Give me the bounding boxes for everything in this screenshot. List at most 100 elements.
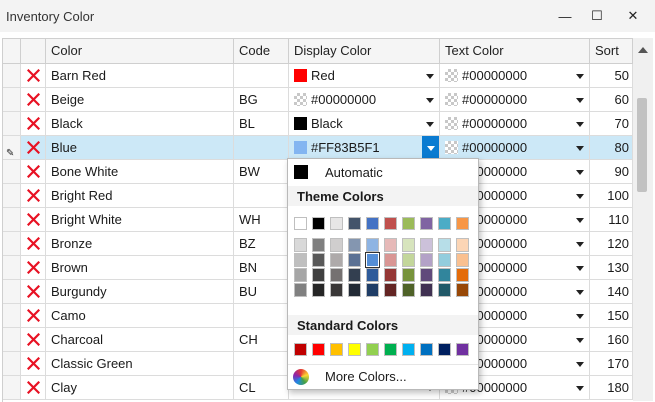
sort-cell[interactable]: 60 (590, 88, 633, 111)
sort-cell[interactable]: 140 (590, 280, 633, 303)
text-color-cell[interactable]: #00000000 (440, 136, 590, 159)
sort-cell[interactable]: 100 (590, 184, 633, 207)
theme-shade-swatch[interactable] (384, 268, 397, 282)
theme-shade-swatch[interactable] (348, 238, 361, 252)
theme-shade-swatch[interactable] (366, 268, 379, 282)
theme-shade-swatch[interactable] (384, 253, 397, 267)
code-cell[interactable] (234, 136, 289, 159)
delete-row-button[interactable] (21, 352, 46, 375)
chevron-down-icon[interactable] (576, 338, 584, 343)
chevron-down-icon[interactable] (576, 146, 584, 151)
sort-cell[interactable]: 70 (590, 112, 633, 135)
theme-shade-swatch[interactable] (456, 283, 469, 297)
chevron-down-icon[interactable] (426, 122, 434, 127)
theme-color-swatch[interactable] (456, 217, 469, 230)
vertical-scrollbar[interactable] (633, 38, 653, 401)
delete-row-button[interactable] (21, 64, 46, 87)
delete-row-button[interactable] (21, 328, 46, 351)
code-cell[interactable]: BG (234, 88, 289, 111)
delete-row-button[interactable] (21, 376, 46, 399)
chevron-down-icon[interactable] (576, 386, 584, 391)
theme-shade-swatch[interactable] (312, 283, 325, 297)
color-name-cell[interactable]: Bright Red (46, 184, 234, 207)
theme-shade-swatch[interactable] (294, 253, 307, 267)
sort-cell[interactable]: 80 (590, 136, 633, 159)
color-name-cell[interactable]: Burgundy (46, 280, 234, 303)
chevron-down-icon[interactable] (576, 266, 584, 271)
automatic-option[interactable]: Automatic (288, 159, 478, 185)
theme-shade-swatch[interactable] (402, 238, 415, 252)
color-name-cell[interactable]: Charcoal (46, 328, 234, 351)
minimize-button[interactable]: — (547, 0, 583, 32)
theme-shade-swatch[interactable] (456, 253, 469, 267)
theme-shade-swatch[interactable] (294, 283, 307, 297)
theme-shade-swatch[interactable] (420, 283, 433, 297)
color-name-cell[interactable]: Beige (46, 88, 234, 111)
delete-row-button[interactable] (21, 280, 46, 303)
text-color-cell[interactable]: #00000000 (440, 88, 590, 111)
code-cell[interactable]: CL (234, 376, 289, 399)
color-name-cell[interactable]: Classic Green (46, 352, 234, 375)
text-color-cell[interactable]: #00000000 (440, 64, 590, 87)
theme-shade-swatch[interactable] (330, 238, 343, 252)
sort-cell[interactable]: 170 (590, 352, 633, 375)
code-cell[interactable]: BL (234, 112, 289, 135)
color-name-cell[interactable]: Brown (46, 256, 234, 279)
more-colors-option[interactable]: More Colors... (288, 364, 478, 389)
theme-shade-swatch[interactable] (420, 268, 433, 282)
color-name-cell[interactable]: Black (46, 112, 234, 135)
standard-color-swatch[interactable] (312, 343, 325, 356)
standard-color-swatch[interactable] (438, 343, 451, 356)
delete-row-button[interactable] (21, 112, 46, 135)
close-button[interactable]: ✕ (615, 0, 651, 32)
theme-shade-swatch[interactable] (330, 283, 343, 297)
chevron-down-icon[interactable] (576, 74, 584, 79)
delete-row-button[interactable] (21, 160, 46, 183)
display-color-cell[interactable]: Black (289, 112, 440, 135)
chevron-down-icon[interactable] (576, 218, 584, 223)
code-cell[interactable]: BZ (234, 232, 289, 255)
code-cell[interactable] (234, 304, 289, 327)
theme-shade-swatch[interactable] (438, 238, 451, 252)
code-cell[interactable] (234, 352, 289, 375)
display-color-cell[interactable]: Red (289, 64, 440, 87)
theme-shade-swatch[interactable] (438, 268, 451, 282)
theme-shade-swatch[interactable] (402, 253, 415, 267)
sort-cell[interactable]: 120 (590, 232, 633, 255)
table-row[interactable]: Black BL Black #00000000 70 (3, 112, 633, 136)
sort-cell[interactable]: 150 (590, 304, 633, 327)
theme-shade-swatch[interactable] (312, 238, 325, 252)
header-display-color[interactable]: Display Color (289, 39, 440, 63)
sort-cell[interactable]: 180 (590, 376, 633, 399)
display-color-cell[interactable]: #00000000 (289, 88, 440, 111)
standard-color-swatch[interactable] (330, 343, 343, 356)
standard-color-swatch[interactable] (384, 343, 397, 356)
code-cell[interactable]: CH (234, 328, 289, 351)
chevron-down-icon[interactable] (426, 74, 434, 79)
text-color-cell[interactable]: #00000000 (440, 112, 590, 135)
table-row[interactable]: Barn Red Red #00000000 50 (3, 64, 633, 88)
color-name-cell[interactable]: Bronze (46, 232, 234, 255)
sort-cell[interactable]: 160 (590, 328, 633, 351)
table-row[interactable]: Beige BG #00000000 #00000000 60 (3, 88, 633, 112)
code-cell[interactable]: WH (234, 208, 289, 231)
standard-color-swatch[interactable] (366, 343, 379, 356)
header-sort[interactable]: Sort (590, 39, 633, 63)
theme-shade-swatch[interactable] (366, 283, 379, 297)
theme-shade-swatch[interactable] (312, 268, 325, 282)
theme-color-swatch[interactable] (384, 217, 397, 230)
chevron-down-icon[interactable] (576, 362, 584, 367)
chevron-down-icon[interactable] (576, 194, 584, 199)
delete-row-button[interactable] (21, 304, 46, 327)
theme-shade-swatch[interactable] (384, 238, 397, 252)
color-name-cell[interactable]: Bright White (46, 208, 234, 231)
theme-color-swatch[interactable] (312, 217, 325, 230)
scroll-thumb[interactable] (637, 98, 647, 192)
code-cell[interactable]: BW (234, 160, 289, 183)
delete-row-button[interactable] (21, 136, 46, 159)
theme-shade-swatch[interactable] (294, 268, 307, 282)
sort-cell[interactable]: 110 (590, 208, 633, 231)
theme-shade-swatch[interactable] (365, 252, 380, 268)
theme-color-swatch[interactable] (348, 217, 361, 230)
chevron-down-icon[interactable] (576, 314, 584, 319)
